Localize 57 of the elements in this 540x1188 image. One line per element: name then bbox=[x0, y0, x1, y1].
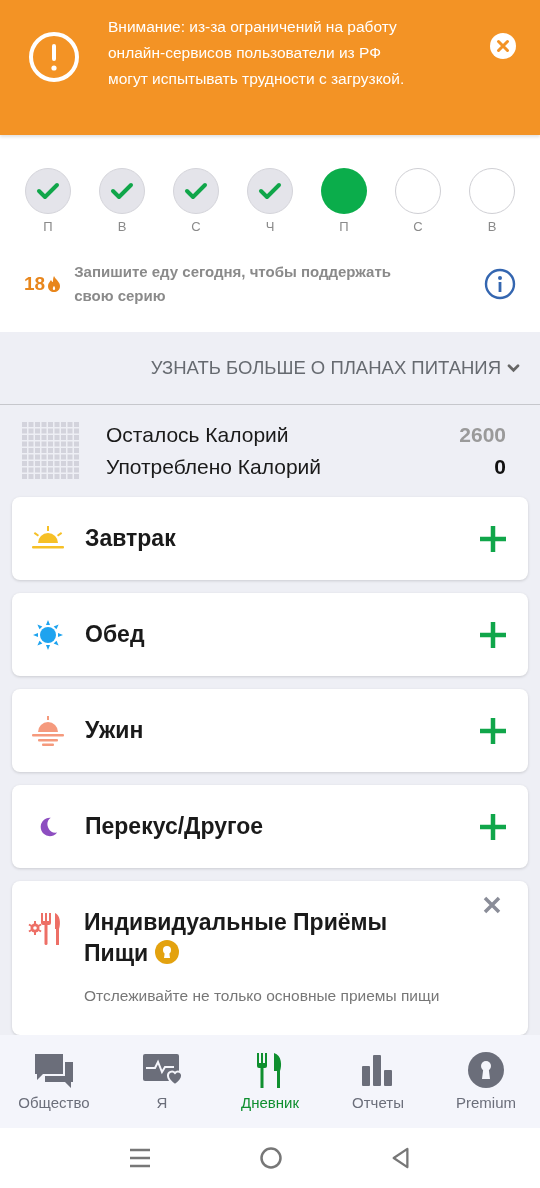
meal-name: Обед bbox=[85, 621, 145, 648]
day-label: Ч bbox=[265, 219, 275, 234]
meal-name: Перекус/Другое bbox=[85, 813, 264, 840]
meal-name: Ужин bbox=[85, 717, 144, 744]
chat-bubbles-icon bbox=[35, 1052, 73, 1088]
calorie-value: 0 bbox=[494, 454, 506, 480]
add-icon[interactable] bbox=[478, 619, 508, 650]
calorie-grid-icon bbox=[22, 422, 80, 480]
keyhole-icon bbox=[468, 1052, 504, 1088]
nav-tab[interactable]: Premium bbox=[432, 1035, 540, 1128]
sunset-icon bbox=[30, 715, 66, 746]
flame-icon bbox=[47, 275, 62, 293]
keyhole-icon bbox=[154, 940, 179, 964]
day-circle bbox=[469, 168, 515, 214]
day-label: В bbox=[117, 219, 127, 234]
meal-name: Завтрак bbox=[85, 525, 176, 552]
card-description: Отслеживайте не только основные приемы пищи bbox=[84, 987, 441, 1005]
add-icon[interactable] bbox=[478, 715, 508, 746]
meal-plans-link[interactable]: УЗНАТЬ БОЛЬШЕ О ПЛАНАХ ПИТАНИЯ bbox=[150, 357, 520, 379]
streak-count: 18 bbox=[24, 273, 46, 295]
back-icon[interactable] bbox=[391, 1147, 411, 1169]
check-icon bbox=[258, 182, 282, 200]
meal-card[interactable]: Завтрак bbox=[12, 497, 528, 580]
calorie-label: Употреблено Калорий bbox=[106, 454, 322, 480]
close-icon[interactable] bbox=[490, 33, 516, 59]
warning-icon bbox=[28, 31, 80, 83]
calorie-value: 2600 bbox=[459, 422, 506, 448]
day-circle bbox=[395, 168, 441, 214]
calorie-label: Осталось Калорий bbox=[106, 422, 289, 448]
add-icon[interactable] bbox=[478, 523, 508, 554]
meal-card[interactable]: Перекус/Другое bbox=[12, 785, 528, 868]
fork-knife-icon bbox=[256, 1052, 284, 1088]
chevron-down-icon bbox=[507, 363, 520, 373]
nav-tab[interactable]: Дневник bbox=[216, 1035, 324, 1128]
day-label: П bbox=[339, 219, 349, 234]
day-circle bbox=[321, 168, 367, 214]
nav-tab[interactable]: Отчеты bbox=[324, 1035, 432, 1128]
check-icon bbox=[110, 182, 134, 200]
day-label: С bbox=[413, 219, 423, 234]
menu-icon[interactable] bbox=[129, 1147, 151, 1169]
nav-tab[interactable]: Общество bbox=[0, 1035, 108, 1128]
day-label: П bbox=[43, 219, 53, 234]
add-icon[interactable] bbox=[478, 811, 508, 842]
nav-tab[interactable]: Я bbox=[108, 1035, 216, 1128]
bar-chart-icon bbox=[362, 1052, 394, 1088]
info-icon[interactable] bbox=[484, 268, 516, 300]
streak-message: Запишите еду сегодня, чтобы поддержать свою серию bbox=[74, 262, 393, 306]
day-label: В bbox=[487, 219, 497, 234]
check-icon bbox=[36, 182, 60, 200]
warning-text: Внимание: из-за ограничений на работу онлайн-сервисов пользователи из РФ могут испытывать трудности с загрузкой. bbox=[108, 17, 406, 89]
check-icon bbox=[184, 182, 208, 200]
home-icon[interactable] bbox=[259, 1146, 283, 1170]
card-title: Индивидуальные Приёмы Пищи bbox=[84, 908, 389, 968]
day-label: С bbox=[191, 219, 201, 234]
close-icon[interactable] bbox=[482, 895, 502, 915]
meal-card[interactable]: Обед bbox=[12, 593, 528, 676]
meal-card[interactable]: Ужин bbox=[12, 689, 528, 772]
